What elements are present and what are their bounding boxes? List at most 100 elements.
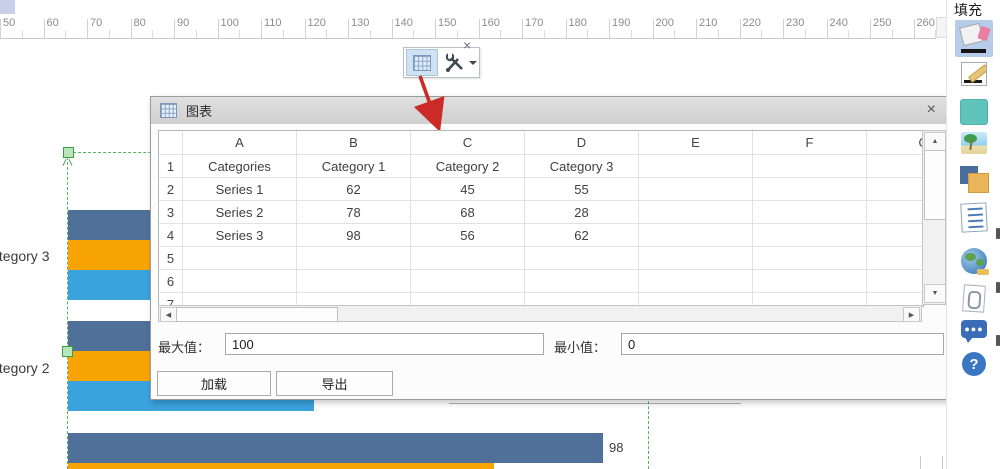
table-icon — [160, 103, 177, 118]
grid-cell[interactable]: 56 — [411, 224, 525, 247]
color-swatch-icon — [960, 99, 988, 125]
max-value-input[interactable] — [225, 333, 544, 355]
table-row: 4 Series 3 98 56 62 — [159, 224, 923, 247]
grid-row-number: 6 — [159, 270, 183, 293]
dialog-close-button[interactable]: × — [927, 102, 936, 118]
sidebar-item-hyperlink[interactable] — [961, 248, 989, 275]
data-grid[interactable]: ABCDEFG1CategoriesCategory 1Category 2Ca… — [158, 130, 924, 307]
grid-cell[interactable] — [639, 270, 753, 293]
grid-cell[interactable] — [867, 270, 923, 293]
grid-cell[interactable]: 62 — [297, 178, 411, 201]
grid-cell[interactable] — [867, 155, 923, 178]
min-value-input[interactable] — [621, 333, 944, 355]
grid-cell[interactable] — [639, 155, 753, 178]
category-axis-label: Category 3 — [0, 248, 50, 264]
grid-cell[interactable]: 78 — [297, 201, 411, 224]
grid-cell[interactable] — [753, 247, 867, 270]
grid-cell[interactable] — [753, 155, 867, 178]
table-row: 1 Categories Category 1 Category 2 Category … — [159, 155, 923, 178]
grid-horizontal-scrollbar[interactable]: ◀ ▶ — [158, 305, 922, 322]
grid-cell[interactable]: 28 — [525, 201, 639, 224]
chart-bar[interactable] — [68, 433, 603, 463]
sidebar-item-notes[interactable] — [960, 202, 988, 233]
grid-cell[interactable] — [639, 247, 753, 270]
grid-cell[interactable] — [867, 201, 923, 224]
grid-cell[interactable] — [753, 224, 867, 247]
sidebar-item-layers[interactable] — [960, 166, 989, 193]
grid-cell[interactable]: 98 — [297, 224, 411, 247]
sidebar-item-comment[interactable]: ●●● — [961, 320, 987, 343]
min-value-label: 最小值： — [554, 340, 607, 355]
clipped-text-fragment — [996, 282, 1000, 293]
dialog-titlebar[interactable]: 图表 × — [151, 97, 947, 124]
grid-cell[interactable]: Category 2 — [411, 155, 525, 178]
grid-cell[interactable] — [639, 178, 753, 201]
grid-vertical-scrollbar[interactable]: ▲ ▼ — [922, 130, 946, 305]
grid-cell[interactable]: Categories — [183, 155, 297, 178]
grid-vscroll-thumb[interactable] — [924, 150, 946, 220]
layers-icon — [960, 166, 989, 193]
selection-handle-midleft[interactable] — [62, 346, 73, 357]
grid-cell[interactable]: 45 — [411, 178, 525, 201]
grid-cell[interactable]: Series 1 — [183, 178, 297, 201]
grid-cell[interactable]: Series 3 — [183, 224, 297, 247]
grid-cell[interactable] — [297, 247, 411, 270]
clipped-text-fragment — [996, 335, 1000, 346]
grid-cell[interactable] — [867, 224, 923, 247]
grid-cell[interactable]: Series 2 — [183, 201, 297, 224]
grid-scroll-up-button[interactable]: ▲ — [924, 132, 946, 151]
sidebar-item-attachment[interactable] — [962, 284, 986, 313]
grid-cell[interactable]: Category 1 — [297, 155, 411, 178]
grid-cell[interactable] — [867, 178, 923, 201]
mini-toolbar-close-button[interactable]: × — [463, 38, 471, 52]
grid-cell[interactable] — [639, 224, 753, 247]
chart-bar[interactable] — [68, 463, 494, 469]
grid-cell[interactable] — [525, 270, 639, 293]
sidebar-item-help[interactable]: ? — [962, 352, 986, 376]
grid-scroll-down-button[interactable]: ▼ — [924, 284, 946, 303]
table-row: 3 Series 2 78 68 28 — [159, 201, 923, 224]
grid-scroll-right-button[interactable]: ▶ — [903, 307, 920, 322]
grid-cell[interactable] — [525, 247, 639, 270]
grid-header-row: ABCDEFG — [159, 131, 923, 155]
grid-cell[interactable]: 68 — [411, 201, 525, 224]
grid-cell[interactable]: Category 3 — [525, 155, 639, 178]
picture-icon — [961, 132, 987, 154]
sidebar-item-picture[interactable] — [961, 132, 987, 154]
sidebar-item-color-swatch[interactable] — [960, 99, 988, 125]
grid-cell[interactable] — [183, 270, 297, 293]
grid-cell[interactable] — [753, 201, 867, 224]
attachment-icon — [962, 284, 986, 313]
table-row: 2 Series 1 62 45 55 — [159, 178, 923, 201]
notes-icon — [960, 202, 988, 233]
left-arrow-icon: ◀ — [165, 311, 172, 319]
grid-column-header: F — [753, 131, 867, 155]
grid-column-header — [159, 131, 183, 155]
load-button[interactable]: 加载 — [157, 371, 271, 396]
selection-handle-topleft[interactable] — [63, 147, 74, 158]
sidebar-item-line-style[interactable] — [961, 62, 987, 86]
grid-cell[interactable] — [183, 247, 297, 270]
grid-cell[interactable]: 62 — [525, 224, 639, 247]
grid-cell[interactable] — [753, 178, 867, 201]
grid-cell[interactable]: 55 — [525, 178, 639, 201]
grid-column-header: C — [411, 131, 525, 155]
comment-icon: ●●● — [961, 320, 987, 343]
down-arrow-icon: ▼ — [931, 290, 939, 297]
table-row: 5 — [159, 247, 923, 270]
grid-column-header: A — [183, 131, 297, 155]
grid-cell[interactable] — [753, 270, 867, 293]
grid-cell[interactable] — [411, 270, 525, 293]
export-button[interactable]: 导出 — [276, 371, 393, 396]
grid-cell[interactable] — [297, 270, 411, 293]
grid-hscroll-thumb[interactable] — [176, 307, 338, 322]
max-value-label: 最大值： — [158, 340, 211, 355]
grid-scroll-left-button[interactable]: ◀ — [160, 307, 177, 322]
grid-cell[interactable] — [639, 201, 753, 224]
grid-cell[interactable] — [867, 247, 923, 270]
clipped-text-fragment — [996, 228, 1000, 239]
grid-column-header: E — [639, 131, 753, 155]
sidebar-item-fill[interactable] — [955, 20, 993, 57]
grid-cell[interactable] — [411, 247, 525, 270]
grid-row-number: 5 — [159, 247, 183, 270]
